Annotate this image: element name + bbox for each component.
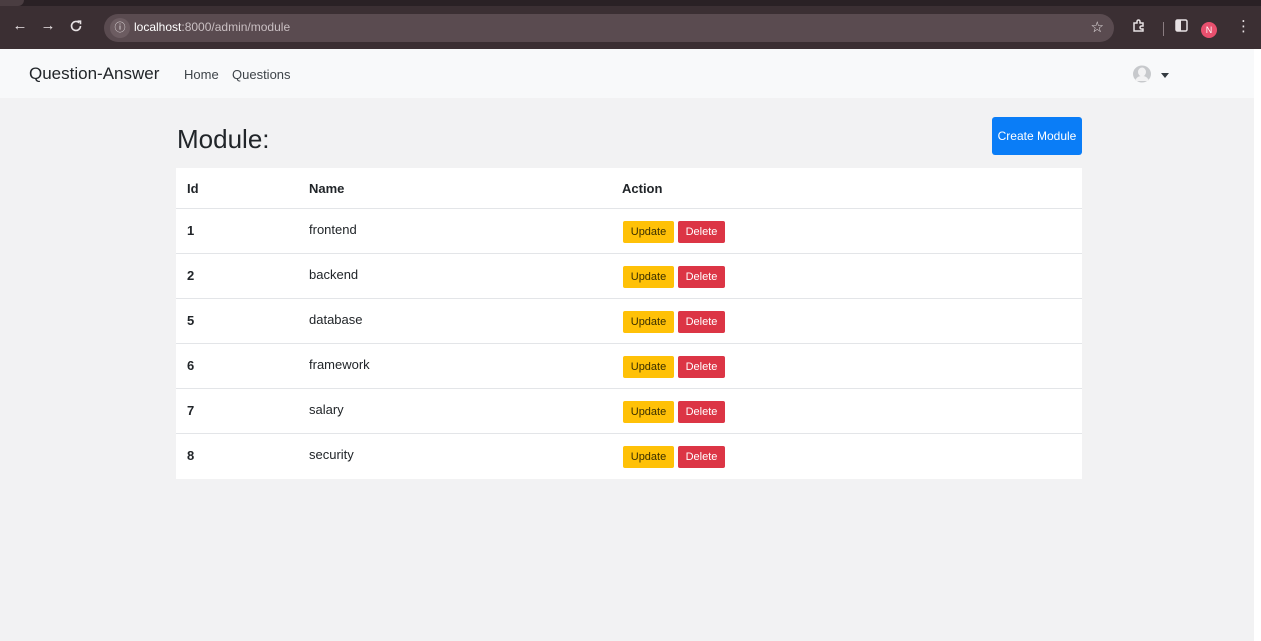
navbar-brand[interactable]: Question-Answer — [29, 64, 159, 84]
header-id: Id — [187, 181, 199, 196]
row-id: 6 — [187, 358, 195, 373]
nav-link-questions[interactable]: Questions — [232, 67, 291, 82]
create-module-button[interactable]: Create Module — [992, 117, 1082, 155]
side-panel-icon[interactable] — [1175, 19, 1188, 35]
update-button[interactable]: Update — [623, 446, 674, 468]
extensions-icon[interactable] — [1132, 19, 1146, 36]
page-body: Question-Answer Home Questions Module: C… — [0, 49, 1254, 641]
row-name: salary — [309, 402, 344, 417]
reload-icon[interactable] — [64, 14, 88, 38]
update-button[interactable]: Update — [623, 311, 674, 333]
url-host: localhost — [134, 20, 182, 34]
update-button[interactable]: Update — [623, 356, 674, 378]
star-icon[interactable]: ☆ — [1091, 18, 1104, 36]
row-id: 5 — [187, 313, 195, 328]
row-name: database — [309, 312, 363, 327]
delete-button[interactable]: Delete — [678, 311, 725, 333]
delete-button[interactable]: Delete — [678, 446, 725, 468]
row-name: framework — [309, 357, 370, 372]
table-row: 7 salary Update Delete — [176, 388, 1082, 434]
table-row: 8 security Update Delete — [176, 433, 1082, 479]
delete-button[interactable]: Delete — [678, 401, 725, 423]
row-id: 7 — [187, 403, 195, 418]
header-name: Name — [309, 181, 345, 196]
row-id: 8 — [187, 448, 195, 463]
browser-toolbar: ← → ⓘ localhost:8000/admin/module ☆ N ⋮ — [0, 6, 1261, 49]
menu-dots-icon[interactable]: ⋮ — [1236, 17, 1251, 35]
address-url[interactable]: localhost:8000/admin/module — [134, 20, 290, 34]
table-row: 5 database Update Delete — [176, 298, 1082, 344]
row-name: frontend — [309, 222, 357, 237]
table-row: 1 frontend Update Delete — [176, 208, 1082, 254]
header-action: Action — [622, 181, 663, 196]
update-button[interactable]: Update — [623, 401, 674, 423]
row-name: backend — [309, 267, 359, 282]
navbar: Question-Answer Home Questions — [0, 49, 1254, 98]
table-header-row: Id Name Action — [176, 168, 1082, 209]
table-row: 2 backend Update Delete — [176, 253, 1082, 299]
profile-avatar[interactable]: N — [1201, 22, 1217, 38]
user-dropdown-caret-icon[interactable] — [1161, 73, 1169, 78]
user-avatar-icon[interactable] — [1132, 65, 1152, 83]
nav-link-home[interactable]: Home — [184, 67, 219, 82]
info-icon[interactable]: ⓘ — [110, 18, 130, 38]
row-id: 2 — [187, 268, 195, 283]
module-table: Id Name Action 1 frontend Update Delete … — [176, 168, 1082, 479]
forward-arrow-icon[interactable]: → — [36, 14, 60, 38]
update-button[interactable]: Update — [623, 266, 674, 288]
row-id: 1 — [187, 223, 195, 238]
delete-button[interactable]: Delete — [678, 356, 725, 378]
url-path: :8000/admin/module — [181, 20, 291, 34]
delete-button[interactable]: Delete — [678, 266, 725, 288]
browser-chrome: ← → ⓘ localhost:8000/admin/module ☆ N ⋮ — [0, 0, 1261, 49]
back-arrow-icon[interactable]: ← — [8, 14, 32, 38]
table-row: 6 framework Update Delete — [176, 343, 1082, 389]
page-title: Module: — [177, 124, 270, 154]
toolbar-separator — [1163, 22, 1164, 36]
update-button[interactable]: Update — [623, 221, 674, 243]
window-edge — [1254, 49, 1261, 641]
delete-button[interactable]: Delete — [678, 221, 725, 243]
address-bar[interactable]: ⓘ localhost:8000/admin/module ☆ — [104, 14, 1114, 42]
row-name: security — [309, 447, 354, 462]
